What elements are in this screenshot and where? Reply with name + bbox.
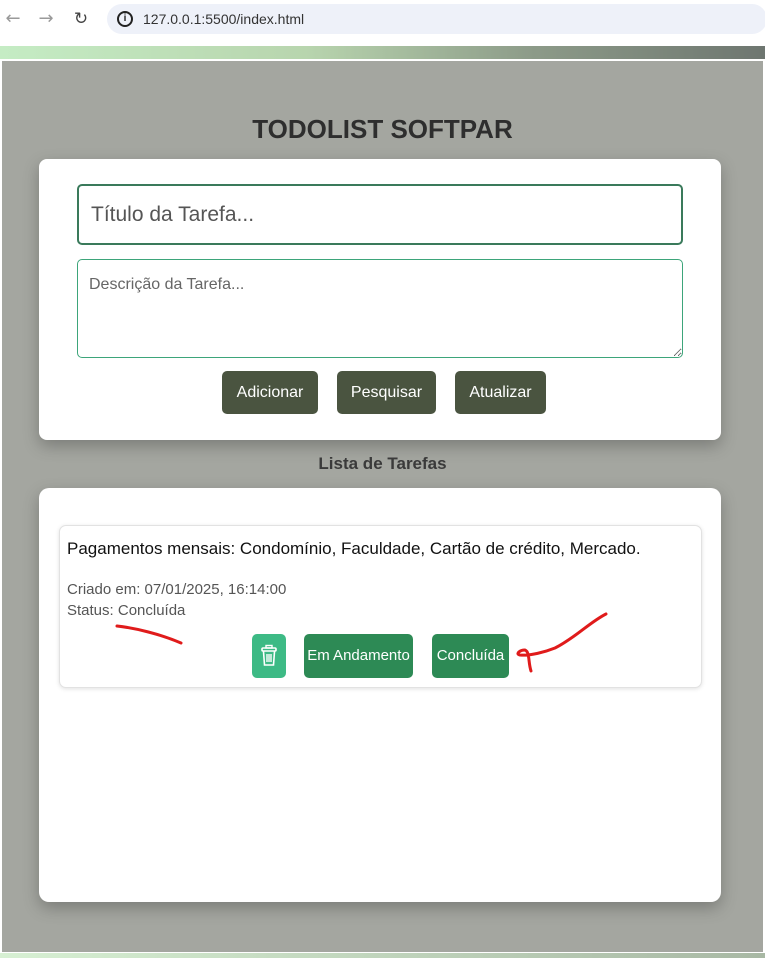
task-item: Pagamentos mensais: Condomínio, Faculdad… <box>59 525 702 688</box>
task-item-title: Pagamentos mensais: Condomínio, Faculdad… <box>67 539 641 558</box>
task-description-input[interactable] <box>77 259 683 358</box>
delete-button[interactable] <box>252 634 286 678</box>
task-list-card: Pagamentos mensais: Condomínio, Faculdad… <box>39 488 721 902</box>
info-icon[interactable]: i <box>117 11 133 27</box>
browser-toolbar: ← → ↻ i 127.0.0.1:5500/index.html <box>0 0 765 40</box>
arrow-left-icon[interactable]: ← <box>0 6 26 32</box>
in-progress-button[interactable]: Em Andamento <box>304 634 413 678</box>
task-list-heading: Lista de Tarefas <box>318 454 447 473</box>
task-item-created: Criado em: 07/01/2025, 16:14:00 <box>67 581 287 598</box>
tab-strip-decoration <box>0 46 765 59</box>
search-button[interactable]: Pesquisar <box>337 371 436 414</box>
done-button[interactable]: Concluída <box>432 634 509 678</box>
task-title-input[interactable] <box>77 184 683 245</box>
url-text[interactable]: 127.0.0.1:5500/index.html <box>143 11 304 27</box>
task-item-status: Status: Concluída <box>67 602 186 619</box>
page-title: TODOLIST SOFTPAR <box>252 114 513 144</box>
reload-icon[interactable]: ↻ <box>68 6 94 32</box>
arrow-right-icon[interactable]: → <box>33 6 59 32</box>
trash-icon <box>261 644 277 666</box>
add-button[interactable]: Adicionar <box>222 371 318 414</box>
task-form-card: Adicionar Pesquisar Atualizar <box>39 159 721 440</box>
update-button[interactable]: Atualizar <box>455 371 546 414</box>
bottom-decoration <box>0 953 765 958</box>
address-bar[interactable]: i 127.0.0.1:5500/index.html <box>107 4 765 34</box>
